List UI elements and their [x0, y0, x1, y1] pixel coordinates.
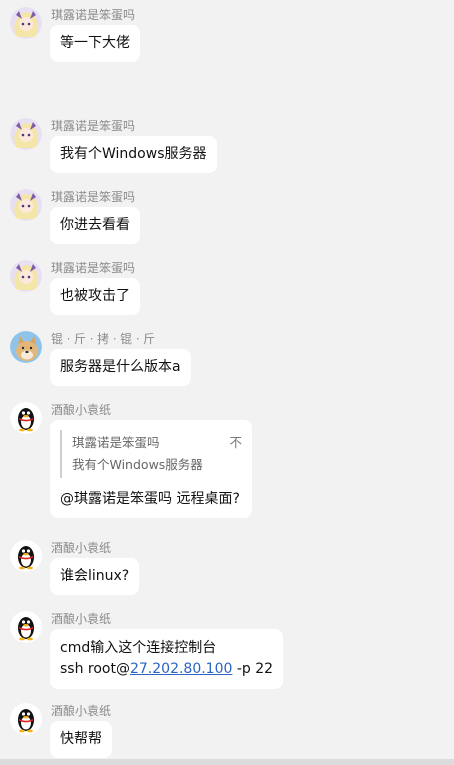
message-line: cmd输入这个连接控制台 — [60, 640, 217, 656]
quote-close-icon[interactable]: 不 — [229, 432, 242, 454]
sender-name: 琪露诺是笨蛋吗 — [51, 8, 136, 22]
anime-avatar-icon[interactable] — [10, 189, 42, 221]
quoted-message[interactable]: 琪露诺是笨蛋吗 不 我有个Windows服务器 — [60, 430, 242, 478]
sender-name: 酒酿小袁纸 — [51, 704, 112, 718]
quoted-author: 琪露诺是笨蛋吗 — [72, 435, 160, 450]
qq-penguin-avatar-icon[interactable] — [10, 402, 42, 434]
message-bubble[interactable]: 等一下大佬 — [50, 25, 140, 62]
message-bubble[interactable]: 谁会linux? — [50, 558, 140, 595]
dog-avatar-icon[interactable] — [10, 331, 42, 363]
sender-name: 琪露诺是笨蛋吗 — [51, 190, 136, 204]
ssh-command-prefix: ssh root@ — [60, 661, 130, 677]
message-bubble[interactable]: cmd输入这个连接控制台 ssh root@27.202.80.100 -p 2… — [50, 629, 284, 689]
message-bubble[interactable]: 你进去看看 — [50, 207, 140, 244]
message-line: ssh root@27.202.80.100 -p 22 — [60, 659, 273, 680]
anime-avatar-icon[interactable] — [10, 118, 42, 150]
qq-penguin-avatar-icon[interactable] — [10, 703, 42, 735]
ssh-command-suffix: -p 22 — [232, 661, 274, 677]
message-bubble[interactable]: 快帮帮 — [50, 721, 112, 758]
qq-penguin-avatar-icon[interactable] — [10, 540, 42, 572]
sender-name: 琪露诺是笨蛋吗 — [51, 119, 136, 133]
sender-name: 酒酿小袁纸 — [51, 612, 112, 626]
message-bubble[interactable]: 琪露诺是笨蛋吗 不 我有个Windows服务器 @琪露诺是笨蛋吗 远程桌面? — [50, 420, 252, 518]
message-bubble[interactable]: 服务器是什么版本a — [50, 349, 191, 386]
ip-link[interactable]: 27.202.80.100 — [130, 661, 232, 677]
bottom-divider — [0, 759, 454, 765]
quoted-text: 我有个Windows服务器 — [72, 457, 203, 472]
message-bubble[interactable]: 也被攻击了 — [50, 278, 140, 315]
message-bubble[interactable]: 我有个Windows服务器 — [50, 136, 217, 173]
reply-text: @琪露诺是笨蛋吗 远程桌面? — [60, 491, 240, 507]
sender-name: 琪露诺是笨蛋吗 — [51, 261, 136, 275]
anime-avatar-icon[interactable] — [10, 7, 42, 39]
sender-name: 锟ㆍ斤ㆍ拷ㆍ锟ㆍ斤 — [51, 332, 156, 346]
anime-avatar-icon[interactable] — [10, 260, 42, 292]
qq-penguin-avatar-icon[interactable] — [10, 611, 42, 643]
sender-name: 酒酿小袁纸 — [51, 403, 112, 417]
sender-name: 酒酿小袁纸 — [51, 541, 112, 555]
